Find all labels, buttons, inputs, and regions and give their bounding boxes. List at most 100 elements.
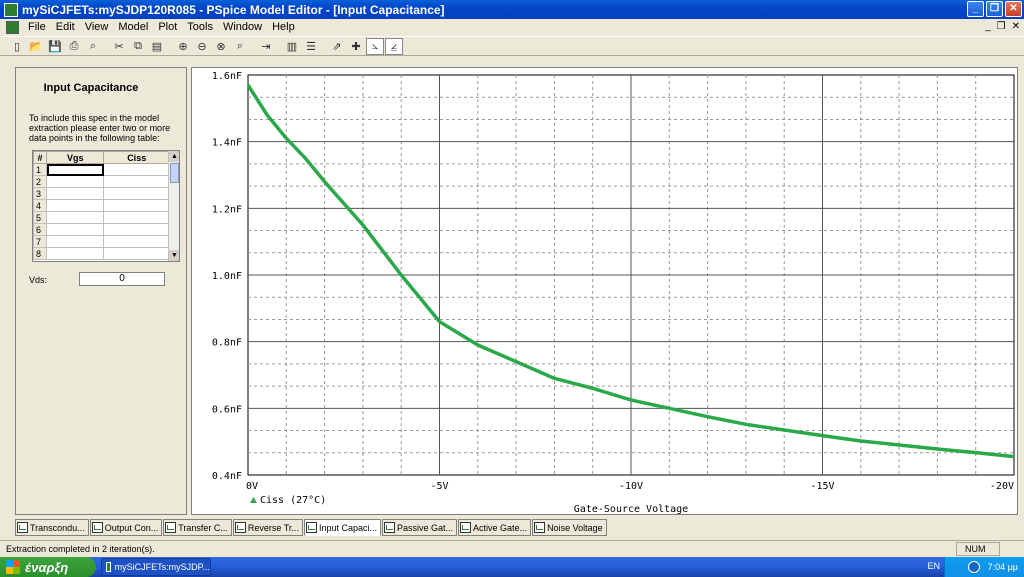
menu-edit[interactable]: Edit [51, 21, 80, 33]
tab-transconductance[interactable]: Transcondu... [15, 519, 89, 536]
table-row[interactable]: 4 [33, 199, 170, 212]
row-number: 1 [33, 163, 47, 176]
task-label: mySiCJFETs:mySJDP... [114, 562, 210, 572]
tray-arrow-icon[interactable] [967, 561, 980, 573]
vds-input[interactable]: 0 [79, 272, 165, 286]
mdi-minimize-button[interactable]: _ [985, 21, 991, 32]
x-tick-label: -10V [619, 481, 643, 492]
language-indicator[interactable]: EN [927, 561, 940, 571]
paste-icon[interactable]: ▤ [148, 38, 166, 55]
tab-passive-gate[interactable]: Passive Gat... [382, 519, 458, 536]
vgs-cell[interactable] [45, 175, 105, 188]
vgs-cell[interactable] [45, 235, 105, 248]
table-row[interactable]: 7 [33, 235, 170, 248]
scroll-up-icon[interactable]: ▲ [169, 151, 179, 162]
zoom-out-icon[interactable]: ⊖ [193, 38, 211, 55]
vgs-cell[interactable] [45, 199, 105, 212]
data-points-table[interactable]: # Vgs Ciss 1 2 3 4 5 6 7 8 ▲ ▼ [32, 150, 180, 262]
tab-reverse-transfer[interactable]: Reverse Tr... [232, 519, 303, 536]
menu-file[interactable]: File [23, 21, 51, 33]
mdi-restore-button[interactable]: ❐ [997, 21, 1006, 32]
table-scrollbar[interactable]: ▲ ▼ [168, 151, 179, 261]
ciss-cell[interactable] [103, 211, 170, 224]
vgs-cell[interactable] [45, 223, 105, 236]
chart-tab-icon [17, 522, 28, 533]
minimize-button[interactable]: _ [967, 1, 984, 17]
zoom-fit-icon[interactable]: ⌕ [231, 38, 249, 55]
table-icon[interactable]: ▥ [283, 38, 301, 55]
tab-label: Active Gate... [473, 522, 528, 533]
legend-marker [250, 497, 257, 503]
ciss-cell[interactable] [103, 175, 170, 188]
plot-axis-icon[interactable]: ⇗ [328, 38, 346, 55]
cut-icon[interactable]: ✂ [110, 38, 128, 55]
zoom-in-icon[interactable]: ⊕ [174, 38, 192, 55]
ciss-cell[interactable] [103, 235, 170, 248]
new-icon[interactable]: ▯ [8, 38, 26, 55]
table-row[interactable]: 3 [33, 187, 170, 200]
open-icon[interactable]: 📂 [27, 38, 45, 55]
extract-icon[interactable]: ⇥ [257, 38, 275, 55]
row-number: 7 [33, 235, 47, 248]
x-tick-label: -15V [810, 481, 834, 492]
tab-active-gate[interactable]: Active Gate... [458, 519, 532, 536]
tab-noise-voltage[interactable]: Noise Voltage [532, 519, 607, 536]
menu-help[interactable]: Help [267, 21, 300, 33]
menu-plot[interactable]: Plot [153, 21, 182, 33]
mdi-close-button[interactable]: ✕ [1012, 21, 1020, 32]
scroll-thumb[interactable] [170, 163, 179, 183]
vgs-cell[interactable] [45, 187, 105, 200]
cursor-icon[interactable]: ✚ [347, 38, 365, 55]
spec-description: To include this spec in the model extrac… [29, 113, 171, 143]
y-tick-label: 1.2nF [212, 204, 242, 215]
restore-button[interactable]: ❐ [986, 1, 1003, 17]
plot-window[interactable]: 0.4nF 0.6nF 0.8nF 1.0nF 1.2nF 1.4nF 1.6nF 0V -5V… [191, 67, 1018, 515]
table-row[interactable]: 6 [33, 223, 170, 236]
table-row[interactable]: 8 [33, 247, 170, 260]
ciss-cell[interactable] [103, 163, 170, 176]
system-tray: 7:04 μμ [944, 557, 1024, 577]
copy-icon[interactable]: ⧉ [129, 38, 147, 55]
plot-x-icon[interactable]: ⦣ [366, 37, 384, 55]
document-icon[interactable] [6, 20, 19, 34]
zoom-area-icon[interactable]: ⊗ [212, 38, 230, 55]
menu-model[interactable]: Model [113, 21, 153, 33]
vgs-cell[interactable] [45, 211, 105, 224]
tab-input-capacitance[interactable]: Input Capaci... [303, 519, 381, 536]
vgs-cell[interactable] [45, 163, 105, 176]
num-lock-indicator: NUM [956, 542, 1000, 556]
app-icon [4, 2, 18, 17]
tab-transfer-curve[interactable]: Transfer C... [163, 519, 232, 536]
col-header-ciss[interactable]: Ciss [103, 151, 170, 164]
ciss-cell[interactable] [103, 199, 170, 212]
ciss-cell[interactable] [103, 187, 170, 200]
close-button[interactable]: ✕ [1005, 1, 1022, 17]
table-row[interactable]: 5 [33, 211, 170, 224]
menu-tools[interactable]: Tools [182, 21, 218, 33]
tab-label: Reverse Tr... [247, 522, 299, 533]
table-row[interactable]: 2 [33, 175, 170, 188]
ciss-cell[interactable] [103, 247, 170, 260]
tab-output-conductance[interactable]: Output Con... [89, 519, 163, 536]
status-bar: Extraction completed in 2 iteration(s). … [0, 540, 1024, 557]
menu-view[interactable]: View [80, 21, 114, 33]
print-icon[interactable]: ⎙ [65, 38, 83, 55]
ciss-cell[interactable] [103, 223, 170, 236]
plot-y-icon[interactable]: ⦤ [385, 37, 403, 55]
print-preview-icon[interactable]: ⌕ [84, 38, 102, 55]
row-number: 5 [33, 211, 47, 224]
start-button[interactable]: έναρξη [0, 557, 96, 577]
vgs-cell[interactable] [45, 247, 105, 260]
vds-label: Vds: [29, 275, 48, 285]
y-tick-label: 1.4nF [212, 138, 242, 149]
save-icon[interactable]: 💾 [46, 38, 64, 55]
menu-window[interactable]: Window [218, 21, 267, 33]
table-rows-icon[interactable]: ☰ [302, 38, 320, 55]
col-header-vgs[interactable]: Vgs [45, 151, 105, 164]
menu-bar: File Edit View Model Plot Tools Window H… [0, 19, 1024, 35]
x-axis-label: Gate-Source Voltage [574, 504, 688, 515]
scroll-down-icon[interactable]: ▼ [169, 250, 179, 261]
table-row[interactable]: 1 [33, 163, 170, 176]
chart-tab-icon [384, 522, 395, 533]
taskbar-window-button[interactable]: mySiCJFETs:mySJDP... [101, 558, 211, 576]
